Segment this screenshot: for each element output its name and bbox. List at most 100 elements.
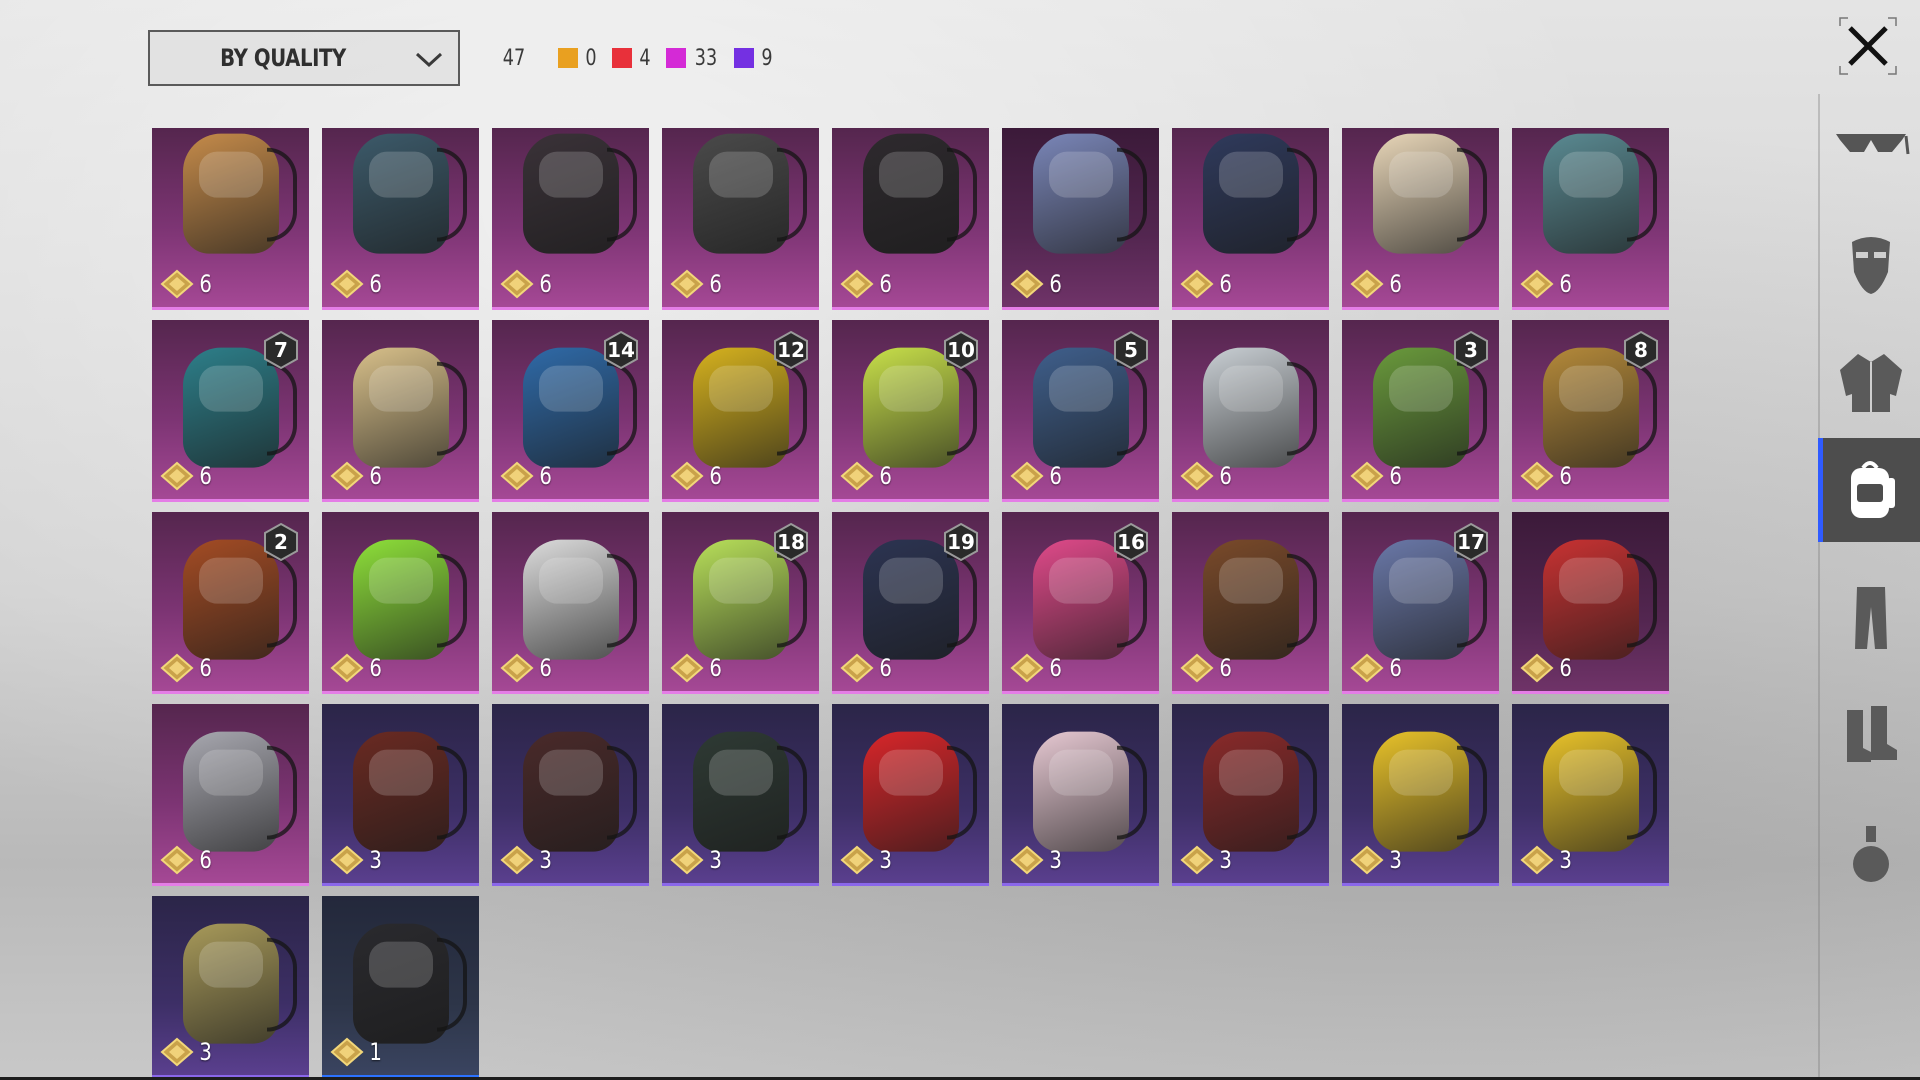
item-cost: 6	[840, 269, 893, 299]
pants-icon	[1851, 583, 1891, 653]
sidebar-item-pants[interactable]	[1820, 566, 1920, 670]
backpack-item[interactable]: 6	[492, 512, 649, 694]
diamond-icon	[1010, 461, 1044, 491]
item-cost-value: 6	[879, 462, 892, 490]
sidebar-item-glasses[interactable]	[1820, 94, 1920, 198]
item-cost: 3	[1010, 845, 1063, 875]
item-cost: 6	[500, 269, 553, 299]
total-count: 47	[502, 45, 526, 71]
item-cost: 6	[1180, 461, 1233, 491]
item-cost-value: 3	[1049, 846, 1062, 874]
sidebar-item-jacket[interactable]	[1820, 330, 1920, 434]
diamond-icon	[500, 269, 534, 299]
backpack-item[interactable]: 12 6	[662, 320, 819, 502]
backpack-item[interactable]: 6	[1172, 128, 1329, 310]
backpack-item[interactable]: 3	[152, 896, 309, 1078]
diamond-icon	[1010, 269, 1044, 299]
diamond-icon	[1010, 845, 1044, 875]
boots-icon	[1841, 704, 1901, 768]
diamond-icon	[1180, 845, 1214, 875]
backpack-item[interactable]: 76	[152, 320, 309, 502]
sidebar-item-boots[interactable]	[1820, 684, 1920, 788]
backpack-item[interactable]: 86	[1512, 320, 1669, 502]
sort-dropdown[interactable]: BY QUALITY	[148, 30, 460, 86]
backpack-item[interactable]: 6	[1002, 128, 1159, 310]
item-cost: 6	[840, 653, 893, 683]
backpack-item[interactable]: 6	[1172, 320, 1329, 502]
item-cost-value: 6	[709, 270, 722, 298]
diamond-icon	[840, 461, 874, 491]
sidebar-item-grenade[interactable]	[1820, 802, 1920, 906]
backpack-item[interactable]: 3	[1512, 704, 1669, 886]
item-cost-value: 6	[709, 462, 722, 490]
backpack-item[interactable]: 6	[152, 128, 309, 310]
backpack-item[interactable]: 16 6	[1002, 512, 1159, 694]
backpack-item[interactable]: 6	[322, 320, 479, 502]
backpack-item[interactable]: 3	[1002, 704, 1159, 886]
backpack-item[interactable]: 3	[832, 704, 989, 886]
backpack-image	[182, 731, 297, 852]
backpack-item[interactable]: 17 6	[1342, 512, 1499, 694]
item-cost: 6	[670, 269, 723, 299]
backpack-item[interactable]: 3	[662, 704, 819, 886]
backpack-image	[692, 133, 807, 254]
backpack-item[interactable]: 10 6	[832, 320, 989, 502]
backpack-item[interactable]: 6	[832, 128, 989, 310]
quality-count: 4	[612, 46, 652, 71]
item-cost-value: 6	[1559, 462, 1572, 490]
diamond-icon	[670, 461, 704, 491]
backpack-item[interactable]: 6	[492, 128, 649, 310]
diamond-icon	[840, 269, 874, 299]
backpack-image	[1372, 731, 1487, 852]
item-cost-value: 6	[369, 462, 382, 490]
backpack-item[interactable]: 6	[322, 512, 479, 694]
close-icon	[1839, 17, 1897, 75]
backpack-item[interactable]: 6	[152, 704, 309, 886]
item-cost-value: 6	[1219, 270, 1232, 298]
item-cost: 6	[1350, 461, 1403, 491]
item-cost: 6	[1010, 461, 1063, 491]
item-cost-value: 6	[539, 462, 552, 490]
backpack-item[interactable]: 14 6	[492, 320, 649, 502]
diamond-icon	[330, 653, 364, 683]
backpack-image	[1542, 731, 1657, 852]
backpack-item[interactable]: 6	[322, 128, 479, 310]
backpack-item[interactable]: 3	[492, 704, 649, 886]
item-cost-value: 3	[369, 846, 382, 874]
sidebar-item-backpack[interactable]	[1818, 438, 1920, 542]
backpack-item[interactable]: 36	[1342, 320, 1499, 502]
backpack-item[interactable]: 56	[1002, 320, 1159, 502]
backpack-image	[352, 923, 467, 1044]
backpack-item[interactable]: 3	[1172, 704, 1329, 886]
diamond-icon	[1180, 269, 1214, 299]
quality-count: 9	[734, 46, 774, 71]
diamond-icon	[670, 653, 704, 683]
close-button[interactable]	[1836, 14, 1900, 78]
level-badge-number: 18	[777, 530, 805, 554]
backpack-item[interactable]: 6	[1342, 128, 1499, 310]
backpack-item[interactable]: 6	[662, 128, 819, 310]
item-cost-value: 6	[1049, 270, 1062, 298]
backpack-item[interactable]: 26	[152, 512, 309, 694]
item-cost-value: 6	[879, 654, 892, 682]
item-cost-value: 6	[199, 654, 212, 682]
item-cost-value: 3	[709, 846, 722, 874]
backpack-item[interactable]: 18 6	[662, 512, 819, 694]
item-cost-value: 3	[879, 846, 892, 874]
backpack-item[interactable]: 3	[322, 704, 479, 886]
item-cost-value: 6	[199, 270, 212, 298]
backpack-image	[1202, 347, 1317, 468]
diamond-icon	[500, 653, 534, 683]
backpack-item[interactable]: 6	[1512, 128, 1669, 310]
backpack-item[interactable]: 1	[322, 896, 479, 1078]
backpack-item[interactable]: 6	[1512, 512, 1669, 694]
backpack-item[interactable]: 3	[1342, 704, 1499, 886]
backpack-item[interactable]: 6	[1172, 512, 1329, 694]
item-cost-value: 6	[539, 270, 552, 298]
sidebar-item-mask[interactable]	[1820, 212, 1920, 316]
item-cost: 3	[160, 1037, 213, 1067]
item-cost: 6	[160, 845, 213, 875]
backpack-item[interactable]: 19 6	[832, 512, 989, 694]
diamond-icon	[670, 269, 704, 299]
sort-dropdown-label: BY QUALITY	[220, 44, 346, 72]
